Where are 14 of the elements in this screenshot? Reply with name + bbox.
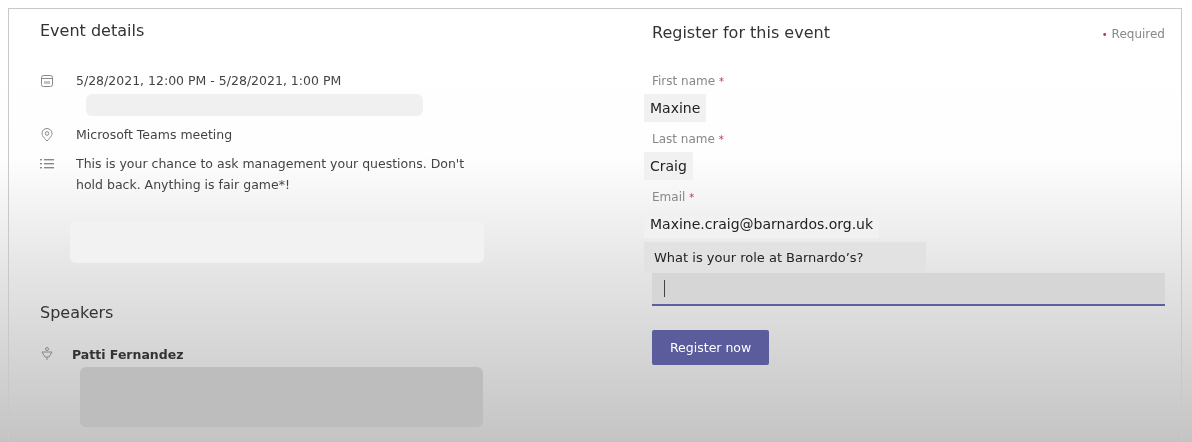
register-button[interactable]: Register now: [652, 330, 770, 365]
required-note: • Required: [1101, 27, 1165, 41]
field-label: Email *: [652, 190, 696, 204]
event-date: 5/28/2021, 12:00 PM - 5/28/2021, 1:00 PM: [76, 72, 342, 90]
field-label: First name *: [652, 74, 726, 88]
input-field[interactable]: Craig: [644, 152, 693, 180]
section-title: Event details: [40, 21, 146, 40]
event-location: Microsoft Teams meeting: [76, 126, 233, 144]
field-label: Last name *: [652, 132, 725, 146]
form-title: Register for this event: [652, 23, 830, 42]
event-description: This is your chance to ask management your questions. Don't hold back. Anything is fair game*!: [76, 155, 466, 194]
section-title: Speakers: [40, 303, 115, 322]
speaker-name: Patti Fernandez: [72, 346, 184, 364]
input-field[interactable]: Maxine: [644, 94, 707, 122]
